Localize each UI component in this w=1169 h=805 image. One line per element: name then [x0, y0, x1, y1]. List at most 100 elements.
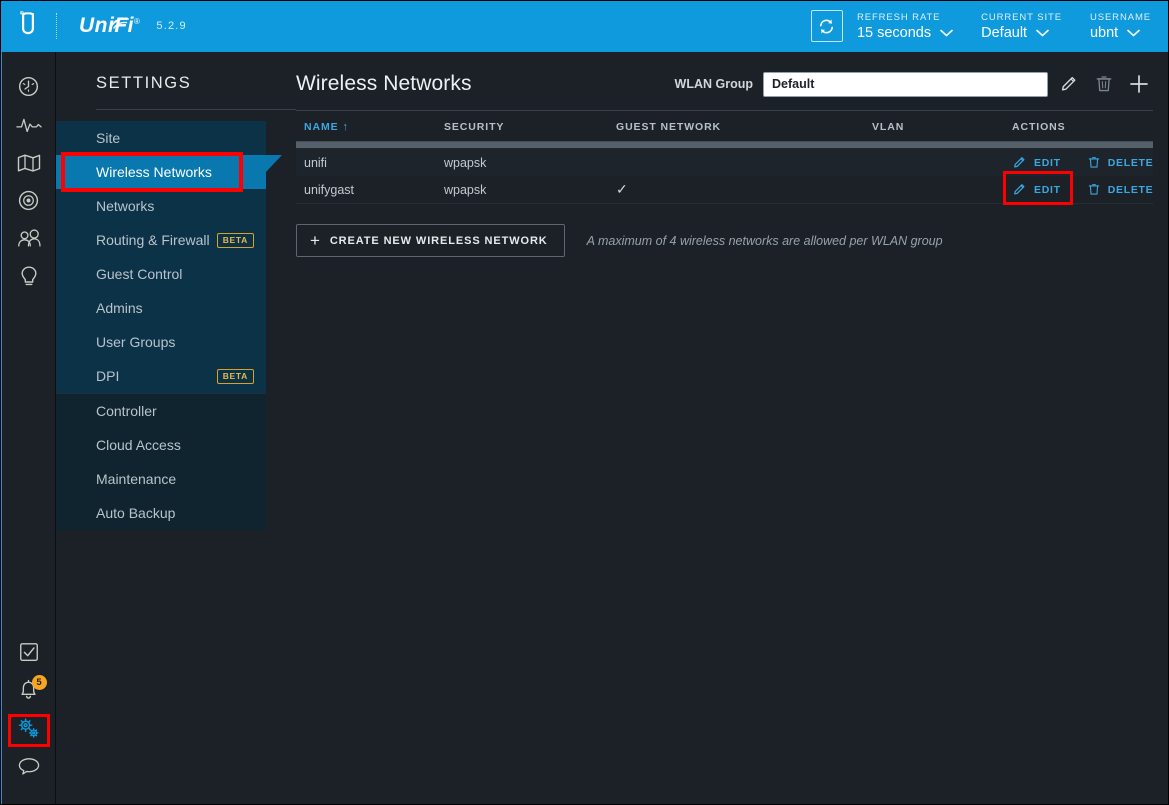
sidebar-item-map[interactable]	[2, 146, 56, 184]
sidebar-item-admins[interactable]: Admins	[56, 291, 266, 325]
wireless-networks-table: NAME ↑ SECURITY GUEST NETWORK VLAN ACTION	[296, 111, 1153, 141]
settings-gears-icon	[16, 716, 41, 745]
create-new-wireless-network-button[interactable]: + Create New Wireless Network	[296, 224, 565, 257]
delete-button-label: DELETE	[1107, 156, 1154, 169]
devices-icon	[17, 189, 40, 217]
menu-item-label: Cloud Access	[96, 437, 181, 453]
current-site-value: Default	[981, 24, 1028, 41]
sidebar-item-routing-firewall[interactable]: Routing & Firewall BETA	[56, 223, 266, 257]
plus-icon[interactable]	[1125, 70, 1153, 98]
sidebar-item-statistics[interactable]	[2, 108, 56, 146]
menu-item-label: Site	[96, 130, 121, 146]
trash-icon[interactable]	[1090, 70, 1118, 98]
sidebar-item-auto-backup[interactable]: Auto Backup	[56, 496, 266, 530]
chevron-down-icon	[1036, 24, 1049, 42]
delete-button[interactable]: DELETE	[1087, 155, 1154, 170]
sidebar-item-cloud-access[interactable]: Cloud Access	[56, 428, 266, 462]
sidebar-item-insights[interactable]	[2, 260, 56, 298]
column-header-vlan[interactable]: VLAN	[872, 111, 1012, 141]
pencil-icon[interactable]	[1055, 70, 1083, 98]
current-site-label: CURRENT SITE	[981, 11, 1062, 23]
cell-actions: EDIT DELETE	[1003, 171, 1154, 205]
username-selector[interactable]: USERNAME ubnt	[1090, 11, 1151, 42]
refresh-rate-value: 15 seconds	[856, 24, 932, 41]
sidebar-item-user-groups[interactable]: User Groups	[56, 325, 266, 359]
nav-rail-bottom-group: 5	[2, 635, 56, 805]
column-header-actions: ACTIONS	[1012, 111, 1153, 141]
header-controls: REFRESH RATE 15 seconds CURRENT SITE Def…	[810, 0, 1169, 52]
cell-security: wpapsk	[444, 176, 616, 203]
version-label: 5.2.9	[156, 20, 187, 32]
sidebar-item-events[interactable]	[2, 635, 56, 673]
brand-divider	[56, 13, 57, 39]
username-value: ubnt	[1089, 24, 1119, 41]
sidebar-item-site[interactable]: Site	[56, 121, 266, 155]
edit-button[interactable]: EDIT	[1012, 155, 1061, 170]
cell-guest-network: ✓	[616, 176, 872, 203]
guest-network-check-icon: ✓	[616, 181, 628, 197]
sidebar-item-dashboard[interactable]	[2, 70, 56, 108]
max-networks-hint: A maximum of 4 wireless networks are all…	[586, 233, 943, 248]
table-header-row: NAME ↑ SECURITY GUEST NETWORK VLAN ACTION	[296, 111, 1153, 141]
delete-button[interactable]: DELETE	[1087, 182, 1154, 197]
nav-rail-top-group	[2, 52, 56, 298]
sidebar-item-controller[interactable]: Controller	[56, 394, 266, 428]
edit-button-label: EDIT	[1034, 183, 1061, 196]
column-header-security[interactable]: SECURITY	[444, 111, 616, 141]
insights-icon	[19, 265, 39, 294]
trash-icon	[1087, 182, 1101, 197]
settings-title-divider	[96, 109, 296, 110]
cell-vlan	[872, 149, 1012, 176]
cell-guest-network	[616, 149, 872, 176]
wlan-group-input[interactable]	[763, 71, 1048, 97]
table-row[interactable]: unifygast wpapsk ✓ EDIT DELETE	[296, 171, 1154, 205]
menu-item-label: Networks	[96, 198, 155, 214]
ubiquiti-logo[interactable]	[0, 0, 56, 52]
menu-item-label: Maintenance	[96, 471, 177, 487]
refresh-rate-selector[interactable]: REFRESH RATE 15 seconds	[857, 11, 953, 42]
sidebar-item-networks[interactable]: Networks	[56, 189, 266, 223]
events-checkbox-icon	[18, 641, 40, 668]
sort-ascending-icon: ↑	[342, 121, 349, 133]
column-header-security-label: SECURITY	[444, 121, 505, 133]
settings-panel-title: Settings	[96, 74, 192, 92]
brand-registered-mark: ®	[134, 17, 141, 26]
wireless-networks-rows: unifi wpapsk EDIT DELETE unifygast wpaps…	[296, 149, 1154, 205]
app-body: 5 SETTINGS Site Wireless Networks Networ…	[0, 52, 1169, 805]
cell-actions: EDIT DELETE	[1012, 149, 1153, 176]
menu-item-label: Auto Backup	[96, 505, 176, 521]
row-actions: EDIT DELETE	[1012, 155, 1153, 170]
row-actions: EDIT DELETE	[1003, 171, 1154, 205]
table-footer-actions: + Create New Wireless Network A maximum …	[296, 224, 1153, 257]
chat-icon	[17, 755, 41, 782]
sidebar-item-alerts[interactable]: 5	[2, 673, 56, 711]
refresh-rate-label: REFRESH RATE	[856, 11, 941, 23]
trash-icon	[1087, 155, 1101, 170]
table-row[interactable]: unifi wpapsk EDIT DELETE	[296, 149, 1153, 176]
column-header-actions-label: ACTIONS	[1012, 121, 1066, 133]
sidebar-item-settings[interactable]	[2, 711, 56, 749]
sidebar-item-dpi[interactable]: DPI BETA	[56, 359, 266, 393]
column-header-name-label: NAME	[304, 121, 339, 133]
alerts-badge-count: 5	[31, 675, 47, 690]
top-header-bar: UniFi® 5.2.9 REFRESH RATE 15 seconds CUR…	[0, 0, 1169, 52]
unifi-controller-window: UniFi® 5.2.9 REFRESH RATE 15 seconds CUR…	[0, 0, 1169, 805]
table-bottom-divider	[296, 203, 1153, 204]
pencil-icon	[1012, 155, 1027, 170]
edit-button[interactable]: EDIT	[1003, 171, 1073, 205]
sidebar-item-wireless-networks[interactable]: Wireless Networks	[56, 152, 282, 192]
sidebar-item-devices[interactable]	[2, 184, 56, 222]
table-header: NAME ↑ SECURITY GUEST NETWORK VLAN ACTION	[296, 111, 1153, 141]
wifi-arc-icon	[109, 11, 131, 35]
sidebar-item-chat[interactable]	[2, 749, 56, 787]
column-header-name[interactable]: NAME ↑	[296, 111, 444, 141]
sidebar-item-clients[interactable]	[2, 222, 56, 260]
sidebar-item-maintenance[interactable]: Maintenance	[56, 462, 266, 496]
sidebar-item-guest-control[interactable]: Guest Control	[56, 257, 266, 291]
create-button-label: Create New Wireless Network	[329, 234, 548, 247]
beta-badge: BETA	[216, 232, 254, 248]
refresh-icon[interactable]	[810, 10, 843, 42]
current-site-selector[interactable]: CURRENT SITE Default	[981, 11, 1062, 42]
table-horizontal-scrollbar[interactable]	[296, 141, 1153, 149]
column-header-guest-network[interactable]: GUEST NETWORK	[616, 111, 872, 141]
